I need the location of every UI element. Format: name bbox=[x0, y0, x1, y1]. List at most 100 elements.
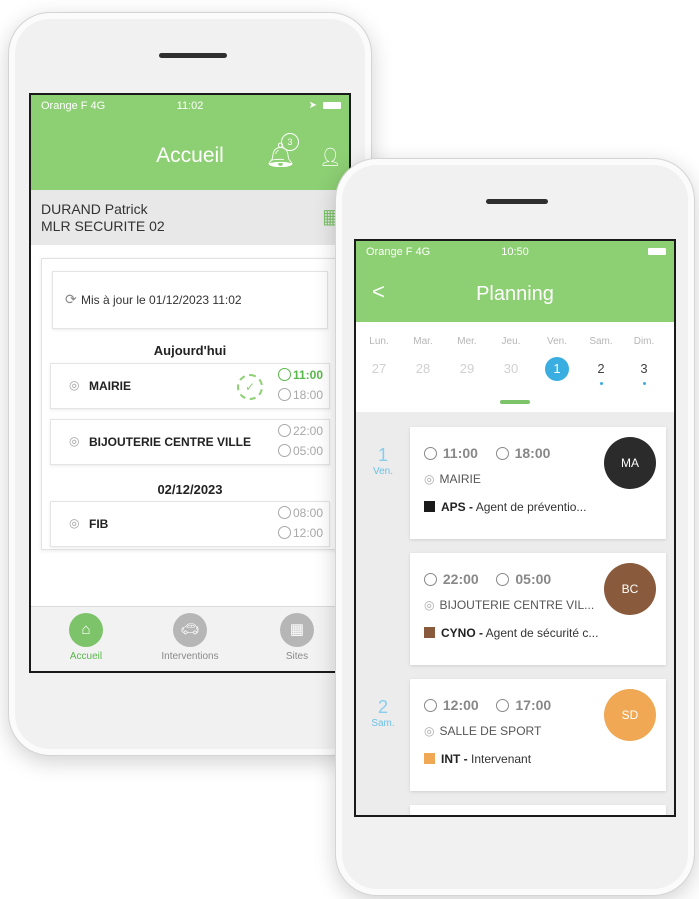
drag-handle[interactable] bbox=[500, 400, 530, 404]
pin-icon: ◎ bbox=[424, 598, 435, 612]
clock-icon bbox=[277, 526, 291, 539]
pin-icon: ◎ bbox=[424, 472, 435, 486]
mission-end-time: 05:00 bbox=[277, 444, 323, 458]
day-mar[interactable]: Mar. 28 bbox=[403, 336, 443, 381]
phone-planning: Orange F 4G 10:50 < Planning Lun. 27 Mar… bbox=[335, 158, 695, 896]
planning-header: Orange F 4G 10:50 < Planning bbox=[356, 241, 674, 322]
notification-badge: 3 bbox=[281, 133, 299, 151]
planning-card[interactable]: 11:00 18:00 ◎ MAIRIE APS - Agent de préve… bbox=[410, 427, 666, 539]
day-sam[interactable]: Sam. 2 bbox=[581, 336, 621, 385]
card-role: APS - Agent de préventio... bbox=[424, 500, 586, 514]
location-icon: ➤ bbox=[308, 100, 317, 111]
nav-label: Accueil bbox=[69, 651, 103, 662]
day-name: Sam. bbox=[589, 336, 613, 347]
car-icon: 🚗︎ bbox=[173, 613, 207, 647]
day-number: 2 bbox=[377, 697, 388, 717]
mission-item[interactable]: ◎ BIJOUTERIE CENTRE VILLE 22:00 05:00 bbox=[50, 419, 330, 465]
mission-end-time: 18:00 bbox=[277, 388, 323, 402]
phone-speaker bbox=[159, 53, 227, 58]
pin-icon: ◎ bbox=[69, 434, 80, 448]
building-icon: ▦ bbox=[280, 613, 314, 647]
day-date: 30 bbox=[503, 361, 519, 376]
day-jeu[interactable]: Jeu. 30 bbox=[491, 336, 531, 381]
day-mer[interactable]: Mer. 29 bbox=[447, 336, 487, 381]
nav-label: Sites bbox=[285, 651, 309, 662]
role-code: CYNO - bbox=[441, 626, 483, 640]
card-times: 22:00 05:00 bbox=[424, 571, 551, 587]
end-time-value: 05:00 bbox=[292, 444, 323, 458]
pin-icon: ◎ bbox=[69, 516, 80, 530]
clock-icon bbox=[277, 368, 291, 381]
clock-icon bbox=[424, 573, 437, 586]
day-name: Dim. bbox=[633, 336, 655, 347]
mission-site: BIJOUTERIE CENTRE VILLE bbox=[89, 435, 252, 449]
home-screen: Orange F 4G 11:02 ➤ Accueil 🔔︎ 3 👤︎ DURA… bbox=[29, 93, 351, 673]
phone-speaker bbox=[486, 199, 548, 204]
planning-screen: Orange F 4G 10:50 < Planning Lun. 27 Mar… bbox=[354, 239, 676, 817]
nav-item-accueil[interactable]: ⌂ Accueil bbox=[46, 613, 126, 662]
role-name: Agent de sécurité c... bbox=[483, 626, 599, 640]
check-icon: ✓ bbox=[237, 374, 263, 400]
day-lun[interactable]: Lun. 27 bbox=[359, 336, 399, 381]
role-code: APS - bbox=[441, 500, 474, 514]
phone-home: Orange F 4G 11:02 ➤ Accueil 🔔︎ 3 👤︎ DURA… bbox=[8, 12, 372, 756]
nav-item-interventions[interactable]: 🚗︎ Interventions bbox=[150, 613, 230, 662]
pin-icon: ◎ bbox=[69, 378, 80, 392]
home-header: Orange F 4G 11:02 ➤ Accueil 🔔︎ 3 👤︎ bbox=[31, 95, 349, 190]
nav-item-sites[interactable]: ▦ Sites bbox=[257, 613, 337, 662]
mission-site: FIB bbox=[89, 517, 109, 531]
user-company: MLR SECURITE 02 bbox=[41, 218, 165, 234]
card-site: ◎ BIJOUTERIE CENTRE VIL... bbox=[424, 598, 594, 612]
mission-item[interactable]: ◎ MAIRIE ✓ 11:00 18:00 bbox=[50, 363, 330, 409]
mission-start-time: 11:00 bbox=[277, 368, 323, 382]
clock-icon bbox=[277, 444, 291, 457]
mission-site: MAIRIE bbox=[89, 379, 131, 393]
day-name: Mar. bbox=[413, 336, 433, 347]
start-time: 11:00 bbox=[442, 445, 478, 461]
section-heading: Aujourd'hui bbox=[153, 343, 227, 358]
day-name: Jeu. bbox=[501, 336, 521, 347]
start-time: 12:00 bbox=[442, 697, 479, 713]
day-dim[interactable]: Dim. 3 bbox=[624, 336, 664, 385]
user-name: DURAND Patrick bbox=[41, 201, 148, 217]
planning-card[interactable]: 22:00 05:00 ◎ BIJOUTERIE CENTRE VIL... CY… bbox=[410, 553, 666, 665]
day-date: 3 bbox=[640, 361, 648, 376]
day-name: Mer. bbox=[457, 336, 477, 347]
planning-card[interactable]: 12:00 17:00 ◎ SALLE DE SPORT INT - Interv… bbox=[410, 679, 666, 791]
clock-icon bbox=[277, 506, 291, 519]
end-time: 17:00 bbox=[515, 697, 552, 713]
update-box[interactable]: ⟳ Mis à jour le 01/12/2023 11:02 bbox=[52, 271, 328, 329]
mission-start-time: 08:00 bbox=[277, 506, 323, 520]
battery-icon bbox=[648, 248, 666, 255]
user-settings-icon[interactable]: 👤︎ bbox=[319, 147, 342, 168]
status-bar: Orange F 4G 10:50 bbox=[356, 241, 674, 263]
start-time: 22:00 bbox=[442, 571, 479, 587]
end-time-value: 12:00 bbox=[292, 526, 323, 540]
planning-card[interactable] bbox=[410, 805, 666, 815]
mission-item[interactable]: ◎ FIB 08:00 12:00 bbox=[50, 501, 330, 547]
role-code: INT - bbox=[441, 752, 468, 766]
role-name: Intervenant bbox=[467, 752, 532, 766]
card-site: ◎ SALLE DE SPORT bbox=[424, 724, 541, 738]
bottom-nav: ⌂ Accueil 🚗︎ Interventions ▦ Sites bbox=[31, 606, 349, 671]
day-label: 2 Sam. bbox=[364, 697, 402, 729]
battery-icon bbox=[323, 102, 341, 109]
avatar: SD bbox=[604, 689, 656, 741]
day-ven[interactable]: Ven. 1 bbox=[537, 336, 577, 381]
pin-icon: ◎ bbox=[424, 724, 435, 738]
card-role: CYNO - Agent de sécurité c... bbox=[424, 626, 598, 640]
day-label: 1 Ven. bbox=[364, 445, 402, 477]
clock-icon bbox=[424, 447, 437, 460]
avatar: BC bbox=[604, 563, 656, 615]
mission-end-time: 12:00 bbox=[277, 526, 323, 540]
start-time-value: 22:00 bbox=[292, 424, 323, 438]
day-name: Ven. bbox=[546, 336, 568, 347]
user-bar: DURAND Patrick MLR SECURITE 02 ▦ bbox=[31, 190, 349, 245]
nav-label: Interventions bbox=[161, 651, 219, 662]
clock-icon bbox=[496, 573, 510, 586]
clock-icon bbox=[496, 699, 510, 712]
section-heading: 02/12/2023 bbox=[157, 482, 223, 497]
missions-card: ⟳ Mis à jour le 01/12/2023 11:02 Aujourd… bbox=[41, 258, 339, 550]
end-time-value: 18:00 bbox=[292, 388, 323, 402]
day-name: Lun. bbox=[369, 336, 389, 347]
